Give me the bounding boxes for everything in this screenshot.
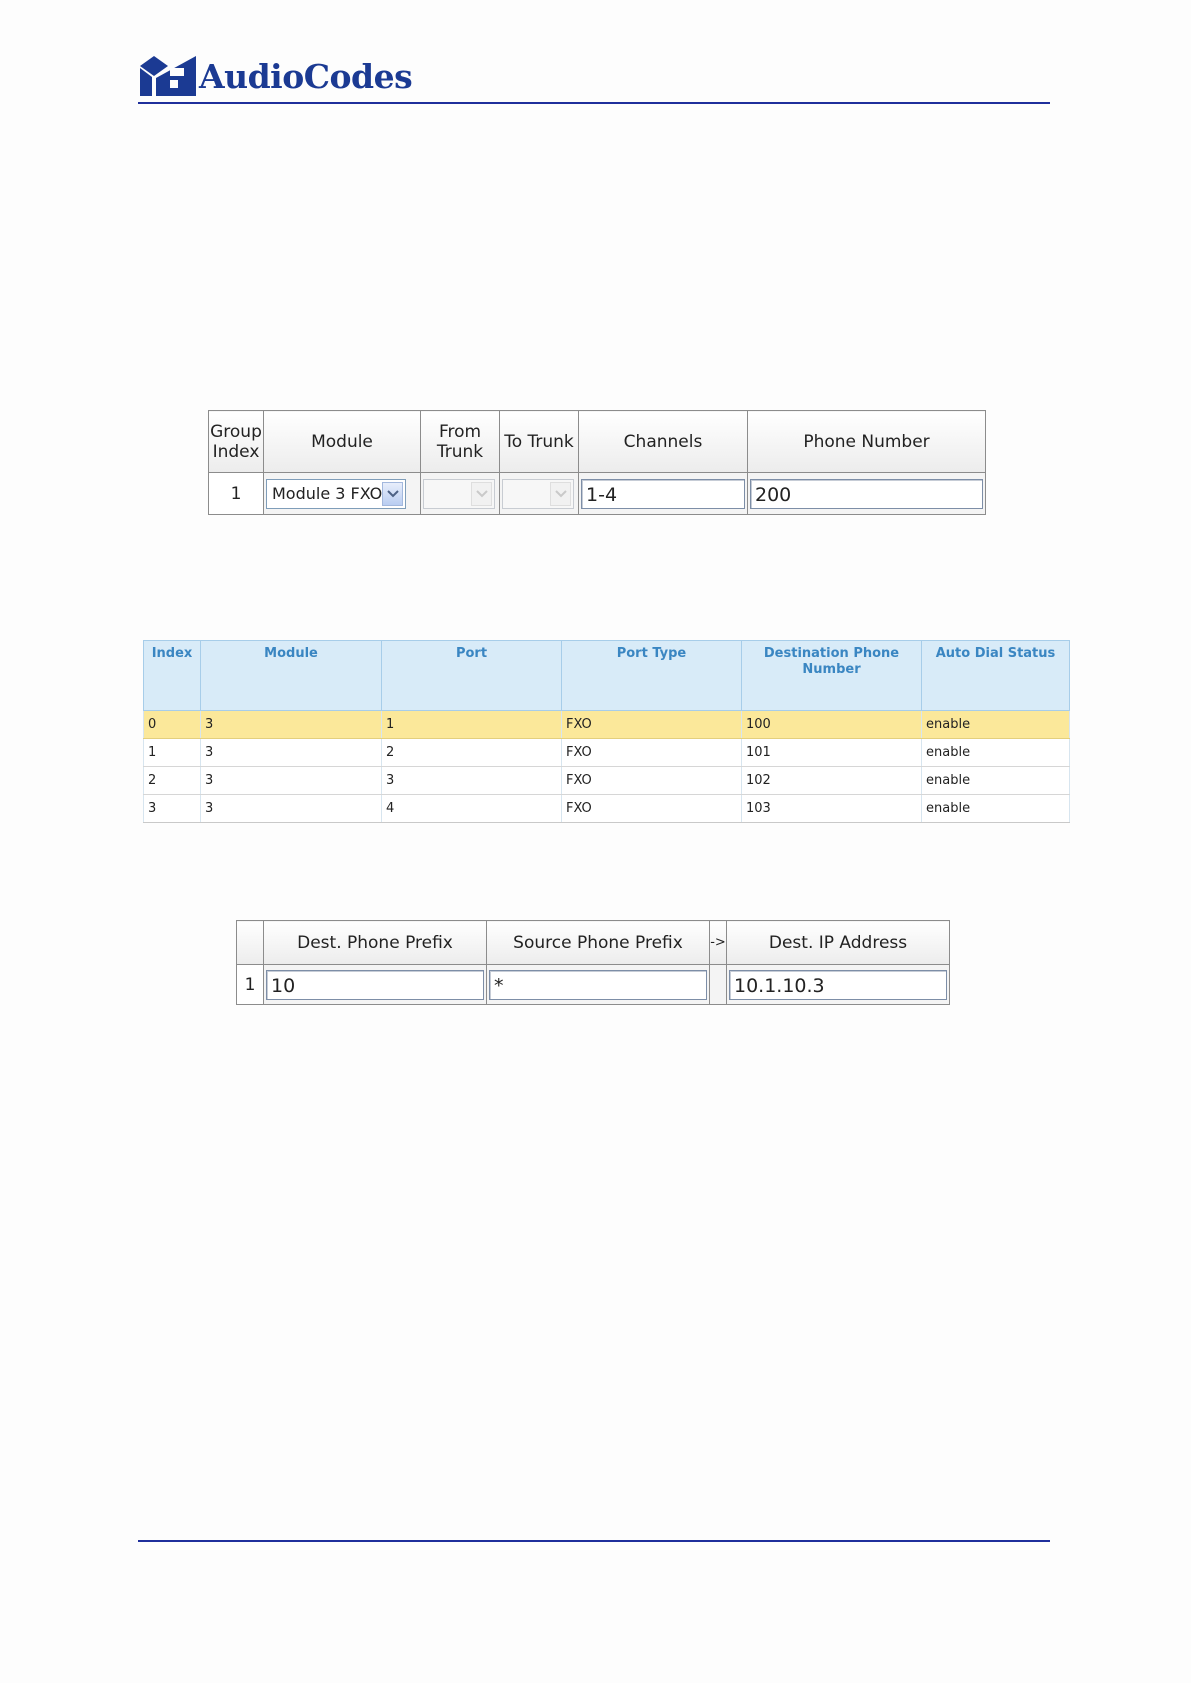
table-row[interactable]: 1 3 2 FXO 101 enable <box>143 738 1070 767</box>
table-row[interactable]: 3 3 4 FXO 103 enable <box>143 794 1070 823</box>
cell-module: 3 <box>200 738 382 767</box>
table-row[interactable]: 0 3 1 FXO 100 enable <box>143 710 1070 739</box>
footer-rule <box>138 1540 1050 1542</box>
source-prefix-cell: * <box>486 964 710 1005</box>
col-port: Port <box>381 640 562 711</box>
cell-module: 3 <box>200 794 382 823</box>
col-source-phone-prefix: Source Phone Prefix <box>486 920 710 965</box>
chevron-down-icon[interactable] <box>382 481 403 506</box>
channels-input[interactable]: 1-4 <box>581 478 745 509</box>
cell-destination: 103 <box>741 794 922 823</box>
audiocodes-logo-icon <box>140 56 196 96</box>
col-destination-phone-number: Destination Phone Number <box>741 640 922 711</box>
cell-module: 3 <box>200 710 382 739</box>
dest-prefix-cell: 10 <box>263 964 487 1005</box>
brand-name: AudioCodes <box>199 56 413 96</box>
dest-ip-cell: 10.1.10.3 <box>726 964 950 1005</box>
from-trunk-cell <box>420 472 500 515</box>
to-trunk-select[interactable] <box>502 478 574 509</box>
audiocodes-logo: AudioCodes <box>140 54 413 98</box>
col-row-number <box>236 920 264 965</box>
row-index: 1 <box>236 964 264 1005</box>
col-from-trunk: From Trunk <box>420 410 500 473</box>
cell-destination: 100 <box>741 710 922 739</box>
cell-module: 3 <box>200 766 382 795</box>
col-dest-phone-prefix: Dest. Phone Prefix <box>263 920 487 965</box>
channels-cell: 1-4 <box>578 472 748 515</box>
col-dest-ip-address: Dest. IP Address <box>726 920 950 965</box>
tel-to-ip-routing-table: Dest. Phone Prefix Source Phone Prefix -… <box>236 920 950 1005</box>
header-rule <box>138 102 1050 104</box>
cell-index: 3 <box>143 794 201 823</box>
col-port-type: Port Type <box>561 640 742 711</box>
phone-number-input[interactable]: 200 <box>750 478 983 509</box>
cell-port-type: FXO <box>561 710 742 739</box>
arrow-cell <box>709 964 727 1005</box>
col-channels: Channels <box>578 410 748 473</box>
module-select[interactable]: Module 3 FXO <box>266 478 406 509</box>
cell-port: 1 <box>381 710 562 739</box>
col-to-trunk: To Trunk <box>499 410 579 473</box>
cell-status: enable <box>921 794 1070 823</box>
cell-destination: 102 <box>741 766 922 795</box>
module-select-value: Module 3 FXO <box>272 484 383 503</box>
from-trunk-select[interactable] <box>423 478 495 509</box>
row-index: 1 <box>208 472 264 515</box>
dest-ip-address-input[interactable]: 10.1.10.3 <box>729 969 947 1000</box>
cell-status: enable <box>921 766 1070 795</box>
chevron-down-icon <box>550 481 571 506</box>
col-module: Module <box>263 410 421 473</box>
cell-index: 0 <box>143 710 201 739</box>
col-arrow: -> <box>709 920 727 965</box>
col-index: Index <box>143 640 201 711</box>
trunk-group-table: Group Index Module From Trunk To Trunk C… <box>208 410 986 515</box>
cell-port-type: FXO <box>561 738 742 767</box>
col-phone-number: Phone Number <box>747 410 986 473</box>
cell-destination: 101 <box>741 738 922 767</box>
automatic-dialing-table: Index Module Port Port Type Destination … <box>143 640 1070 823</box>
module-cell: Module 3 FXO <box>263 472 421 515</box>
cell-port-type: FXO <box>561 794 742 823</box>
chevron-down-icon <box>471 481 492 506</box>
table-row[interactable]: 2 3 3 FXO 102 enable <box>143 766 1070 795</box>
source-phone-prefix-input[interactable]: * <box>489 969 707 1000</box>
to-trunk-cell <box>499 472 579 515</box>
col-group-index: Group Index <box>208 410 264 473</box>
phone-number-cell: 200 <box>747 472 986 515</box>
dest-phone-prefix-input[interactable]: 10 <box>266 969 484 1000</box>
col-auto-dial-status: Auto Dial Status <box>921 640 1070 711</box>
cell-port-type: FXO <box>561 766 742 795</box>
cell-status: enable <box>921 738 1070 767</box>
cell-index: 1 <box>143 738 201 767</box>
cell-status: enable <box>921 710 1070 739</box>
cell-port: 3 <box>381 766 562 795</box>
cell-port: 4 <box>381 794 562 823</box>
col-module: Module <box>200 640 382 711</box>
cell-index: 2 <box>143 766 201 795</box>
cell-port: 2 <box>381 738 562 767</box>
